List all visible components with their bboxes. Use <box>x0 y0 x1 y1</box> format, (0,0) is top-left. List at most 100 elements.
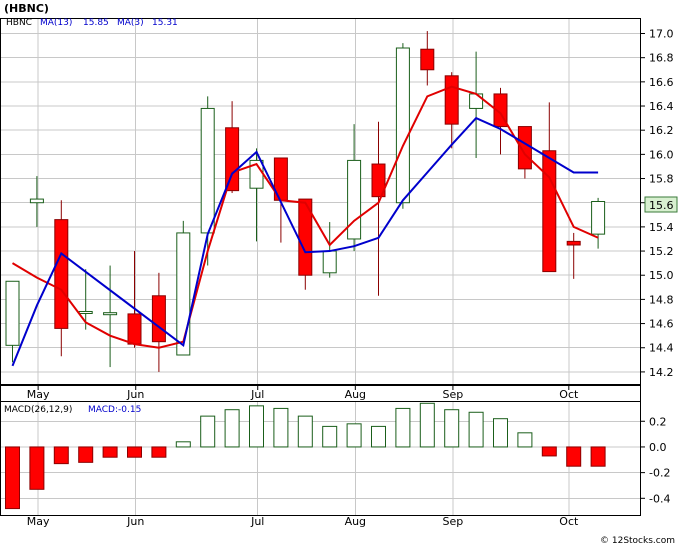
price-tick-label: 14.6 <box>649 318 674 331</box>
candle-body-down <box>566 240 581 246</box>
legend-ma3-label: MA(3) <box>117 18 144 28</box>
candle <box>225 101 240 194</box>
candle-body-up <box>78 310 93 314</box>
macd-bar-positive <box>444 409 460 448</box>
chart-title: (HBNC) <box>4 2 49 15</box>
macd-bar-negative <box>78 446 94 463</box>
macd-month-label: Sep <box>443 515 464 528</box>
price-tick-label: 14.8 <box>649 293 674 306</box>
candle <box>29 176 44 227</box>
macd-bar-positive <box>493 418 508 448</box>
macd-histogram <box>5 402 606 510</box>
candle <box>54 200 69 357</box>
macd-bar-negative <box>566 446 582 467</box>
candle <box>395 43 410 209</box>
candle-body-up <box>176 232 191 356</box>
month-label: Aug <box>345 388 366 401</box>
candle-body-down <box>54 219 69 329</box>
last-price-label: 15.6 <box>649 199 674 212</box>
legend-ma13-label: MA(13) <box>40 18 72 28</box>
candle <box>103 265 118 368</box>
candle-body-down <box>420 48 435 71</box>
macd-bar-negative <box>53 446 69 465</box>
month-label: Oct <box>559 388 579 401</box>
macd-tick-label: -0.4 <box>649 492 670 505</box>
macd-bar-negative <box>541 446 557 457</box>
macd-bar-positive <box>273 407 289 448</box>
macd-bar-negative <box>5 446 20 510</box>
price-tick-label: 16.4 <box>649 100 674 113</box>
macd-bar-negative <box>102 446 118 458</box>
candle-body-up <box>29 198 44 204</box>
candle <box>444 72 459 149</box>
candle-body-up <box>200 107 215 234</box>
macd-tick-label: 0.2 <box>649 415 667 428</box>
macd-bar-positive <box>371 425 386 448</box>
macd-bar-positive <box>175 441 191 448</box>
macd-month-label: Jun <box>126 515 144 528</box>
macd-bar-negative <box>127 446 142 458</box>
price-tick-label: 14.4 <box>649 342 674 355</box>
macd-bar-positive <box>249 405 264 448</box>
macd-month-label: Jul <box>250 515 264 528</box>
candle <box>420 31 435 86</box>
candle <box>371 121 386 296</box>
macd-bar-negative <box>590 446 606 467</box>
month-label: Jun <box>126 388 144 401</box>
macd-bar-positive <box>224 409 240 448</box>
legend-ma13-value: 15.85 <box>83 18 109 28</box>
macd-bar-positive <box>468 411 484 448</box>
macd-month-label: Oct <box>559 515 579 528</box>
price-tick-label: 17.0 <box>649 28 674 41</box>
price-tick-label: 15.8 <box>649 173 674 186</box>
price-tick-label: 15.2 <box>649 245 674 258</box>
month-label: Sep <box>443 388 464 401</box>
candle-body-up <box>395 47 410 204</box>
candle <box>347 124 362 252</box>
macd-bar-negative <box>29 446 45 490</box>
macd-month-label: May <box>27 515 50 528</box>
price-tick-label: 15.0 <box>649 269 674 282</box>
macd-bar-positive <box>200 415 216 448</box>
candle-body-up <box>5 280 20 346</box>
candle-body-down <box>444 75 459 125</box>
candle <box>469 51 484 158</box>
price-x-axis-strip <box>0 385 641 402</box>
candle-body-up <box>103 312 118 316</box>
candle-body-down <box>225 127 240 192</box>
candle <box>591 197 606 249</box>
watermark: © 12Stocks.com <box>600 536 675 546</box>
candle-body-down <box>127 313 142 345</box>
candle-body-up <box>591 201 606 235</box>
price-tick-label: 16.8 <box>649 52 674 65</box>
legend-ma3-value: 15.31 <box>152 18 178 28</box>
macd-bar-positive <box>395 407 411 448</box>
macd-bar-positive <box>346 423 362 448</box>
macd-tick-label: -0.2 <box>649 467 670 480</box>
macd-tick-label: 0.0 <box>649 441 667 454</box>
candle <box>5 280 20 363</box>
candle-body-up <box>347 159 362 240</box>
candle <box>200 96 215 266</box>
month-label: May <box>27 388 50 401</box>
candle <box>176 220 191 356</box>
macd-month-label: Aug <box>345 515 366 528</box>
price-tick-label: 16.2 <box>649 124 674 137</box>
stock-chart: 14.2 14.4 14.6 14.8 15.0 15.2 15.4 15.6 15.8 16.0… <box>0 2 678 546</box>
macd-bar-positive <box>322 425 338 448</box>
candle-body-down <box>542 150 557 273</box>
macd-x-axis: May Jun Jul Aug Sep Oct <box>27 515 579 528</box>
price-tick-label: 14.2 <box>649 366 674 379</box>
macd-bar-positive <box>297 415 313 448</box>
macd-value-label: MACD:-0.15 <box>88 405 141 415</box>
macd-label: MACD(26,12,9) <box>4 405 72 415</box>
price-tick-label: 16.0 <box>649 148 674 161</box>
macd-grid <box>1 402 640 515</box>
candle-body-up <box>322 250 337 274</box>
candle-body-down <box>151 295 166 343</box>
macd-bar-negative <box>151 446 167 458</box>
macd-y-axis: 0.2 0.0 -0.2 -0.4 <box>640 415 670 505</box>
candle-body-up <box>469 93 484 109</box>
month-label: Jul <box>250 388 264 401</box>
price-tick-label: 15.4 <box>649 221 674 234</box>
